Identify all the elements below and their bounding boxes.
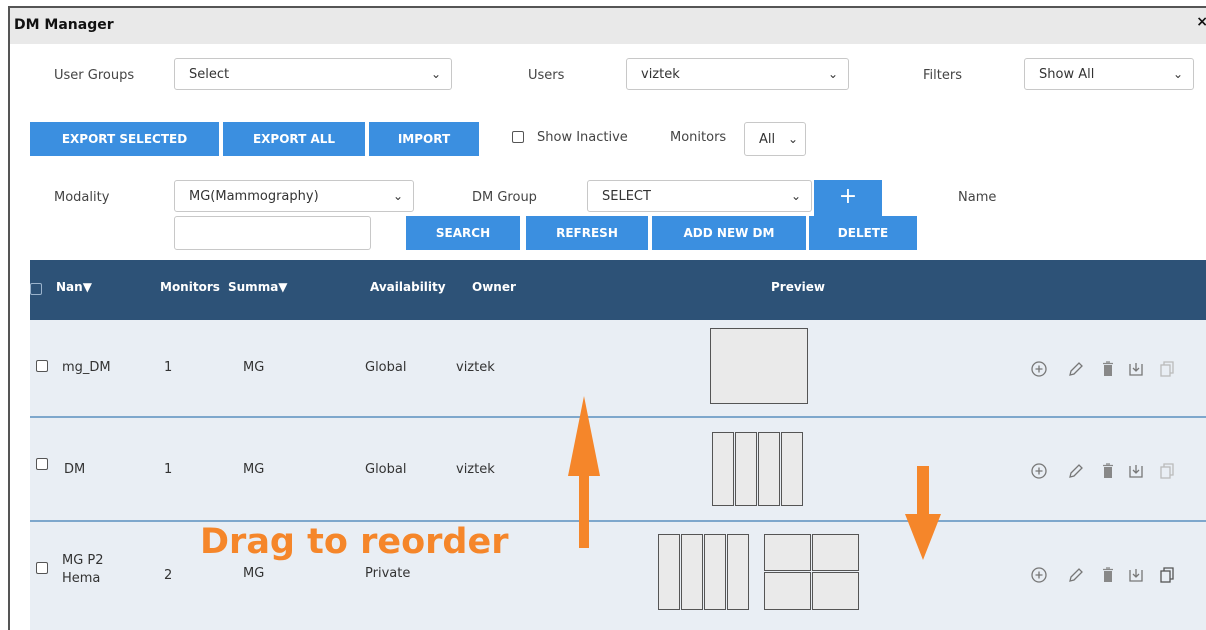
row-monitors: 1 — [164, 462, 173, 477]
row-summary: MG — [243, 462, 265, 477]
users-label: Users — [528, 68, 565, 83]
preview-panel — [658, 534, 680, 610]
plus-circle-icon[interactable] — [1030, 566, 1048, 584]
dm-group-label: DM Group — [472, 190, 537, 205]
user-groups-select[interactable]: Select ⌄ — [174, 58, 452, 90]
row-owner: viztek — [456, 360, 495, 375]
delete-button[interactable]: DELETE — [809, 216, 917, 250]
export-selected-button[interactable]: EXPORT SELECTED — [30, 122, 219, 156]
trash-icon[interactable] — [1099, 360, 1117, 378]
download-icon[interactable] — [1127, 462, 1145, 480]
drag-to-reorder-annotation: Drag to reorder — [200, 522, 509, 562]
arrow-up-icon — [568, 396, 600, 548]
table-header: Nan▼ Monitors Summa▼ Availability Owner … — [30, 260, 1206, 320]
copy-icon[interactable] — [1158, 566, 1176, 584]
row-monitors: 2 — [164, 568, 173, 583]
preview-panel — [727, 534, 749, 610]
refresh-button[interactable]: REFRESH — [526, 216, 648, 250]
row-summary: MG — [243, 360, 265, 375]
arrow-down-icon — [905, 466, 941, 560]
show-inactive-checkbox[interactable] — [512, 131, 524, 143]
title-bar: DM Manager × — [10, 8, 1206, 44]
preview-panel — [681, 534, 703, 610]
pencil-icon[interactable] — [1067, 360, 1085, 378]
header-owner[interactable]: Owner — [472, 280, 516, 294]
export-all-button[interactable]: EXPORT ALL — [223, 122, 365, 156]
header-name[interactable]: Nan▼ — [56, 280, 92, 294]
row-owner: viztek — [456, 462, 495, 477]
row-availability: Private — [365, 566, 411, 581]
monitors-label: Monitors — [670, 130, 727, 145]
dm-manager-window: DM Manager × User Groups Select ⌄ Users … — [8, 6, 1206, 630]
close-icon[interactable]: × — [1196, 14, 1206, 30]
download-icon[interactable] — [1127, 566, 1145, 584]
modality-select[interactable]: MG(Mammography) ⌄ — [174, 180, 414, 212]
header-preview: Preview — [771, 280, 826, 294]
row-name: DM — [64, 462, 86, 477]
show-inactive-label: Show Inactive — [537, 130, 628, 145]
preview-panel — [812, 572, 859, 610]
row-checkbox[interactable] — [36, 562, 48, 574]
preview-panel — [764, 572, 811, 610]
window-title: DM Manager — [14, 17, 114, 33]
pencil-icon[interactable] — [1067, 566, 1085, 584]
download-icon[interactable] — [1127, 360, 1145, 378]
copy-icon[interactable] — [1158, 360, 1176, 378]
preview-single-monitor — [710, 328, 808, 404]
table-row[interactable]: mg_DM 1 MG Global viztek — [30, 320, 1206, 418]
header-summary[interactable]: Summa▼ — [228, 280, 288, 294]
add-new-dm-button[interactable]: ADD NEW DM — [652, 216, 806, 250]
preview-panel — [704, 534, 726, 610]
trash-icon[interactable] — [1099, 566, 1117, 584]
chevron-down-icon: ⌄ — [827, 67, 838, 81]
import-button[interactable]: IMPORT — [369, 122, 479, 156]
monitors-select[interactable]: All ⌄ — [744, 122, 806, 156]
row-availability: Global — [365, 360, 407, 375]
row-checkbox[interactable] — [36, 360, 48, 372]
user-groups-value: Select — [189, 67, 230, 82]
preview-panel — [812, 534, 859, 571]
monitors-value: All — [759, 132, 776, 147]
name-input[interactable] — [174, 216, 371, 250]
add-dm-group-button[interactable]: + — [814, 180, 882, 216]
trash-icon[interactable] — [1099, 462, 1117, 480]
filters-select[interactable]: Show All ⌄ — [1024, 58, 1194, 90]
header-monitors[interactable]: Monitors — [160, 280, 220, 294]
preview-panel — [712, 432, 734, 506]
preview-panel — [758, 432, 780, 506]
modality-label: Modality — [54, 190, 110, 205]
users-select[interactable]: viztek ⌄ — [626, 58, 849, 90]
row-name: MG P2 Hema — [62, 553, 104, 586]
dm-group-value: SELECT — [602, 189, 651, 204]
chevron-down-icon: ⌄ — [392, 189, 403, 203]
table-row[interactable]: DM 1 MG Global viztek — [30, 418, 1206, 522]
chevron-down-icon: ⌄ — [1172, 67, 1183, 81]
copy-icon[interactable] — [1158, 462, 1176, 480]
chevron-down-icon: ⌄ — [430, 67, 441, 81]
plus-circle-icon[interactable] — [1030, 462, 1048, 480]
dm-group-select[interactable]: SELECT ⌄ — [587, 180, 812, 212]
users-value: viztek — [641, 67, 680, 82]
user-groups-label: User Groups — [54, 68, 135, 83]
name-label: Name — [958, 190, 997, 205]
row-availability: Global — [365, 462, 407, 477]
filters-value: Show All — [1039, 67, 1095, 82]
select-all-checkbox[interactable] — [30, 283, 42, 295]
header-availability[interactable]: Availability — [370, 280, 446, 294]
pencil-icon[interactable] — [1067, 462, 1085, 480]
preview-panel — [781, 432, 803, 506]
preview-panel — [735, 432, 757, 506]
row-checkbox[interactable] — [36, 458, 48, 470]
row-summary: MG — [243, 566, 265, 581]
preview-panel — [764, 534, 811, 571]
plus-circle-icon[interactable] — [1030, 360, 1048, 378]
chevron-down-icon: ⌄ — [787, 132, 798, 146]
row-name: mg_DM — [62, 360, 111, 375]
filters-label: Filters — [923, 68, 962, 83]
row-monitors: 1 — [164, 360, 173, 375]
chevron-down-icon: ⌄ — [790, 189, 801, 203]
modality-value: MG(Mammography) — [189, 189, 319, 204]
search-button[interactable]: SEARCH — [406, 216, 520, 250]
